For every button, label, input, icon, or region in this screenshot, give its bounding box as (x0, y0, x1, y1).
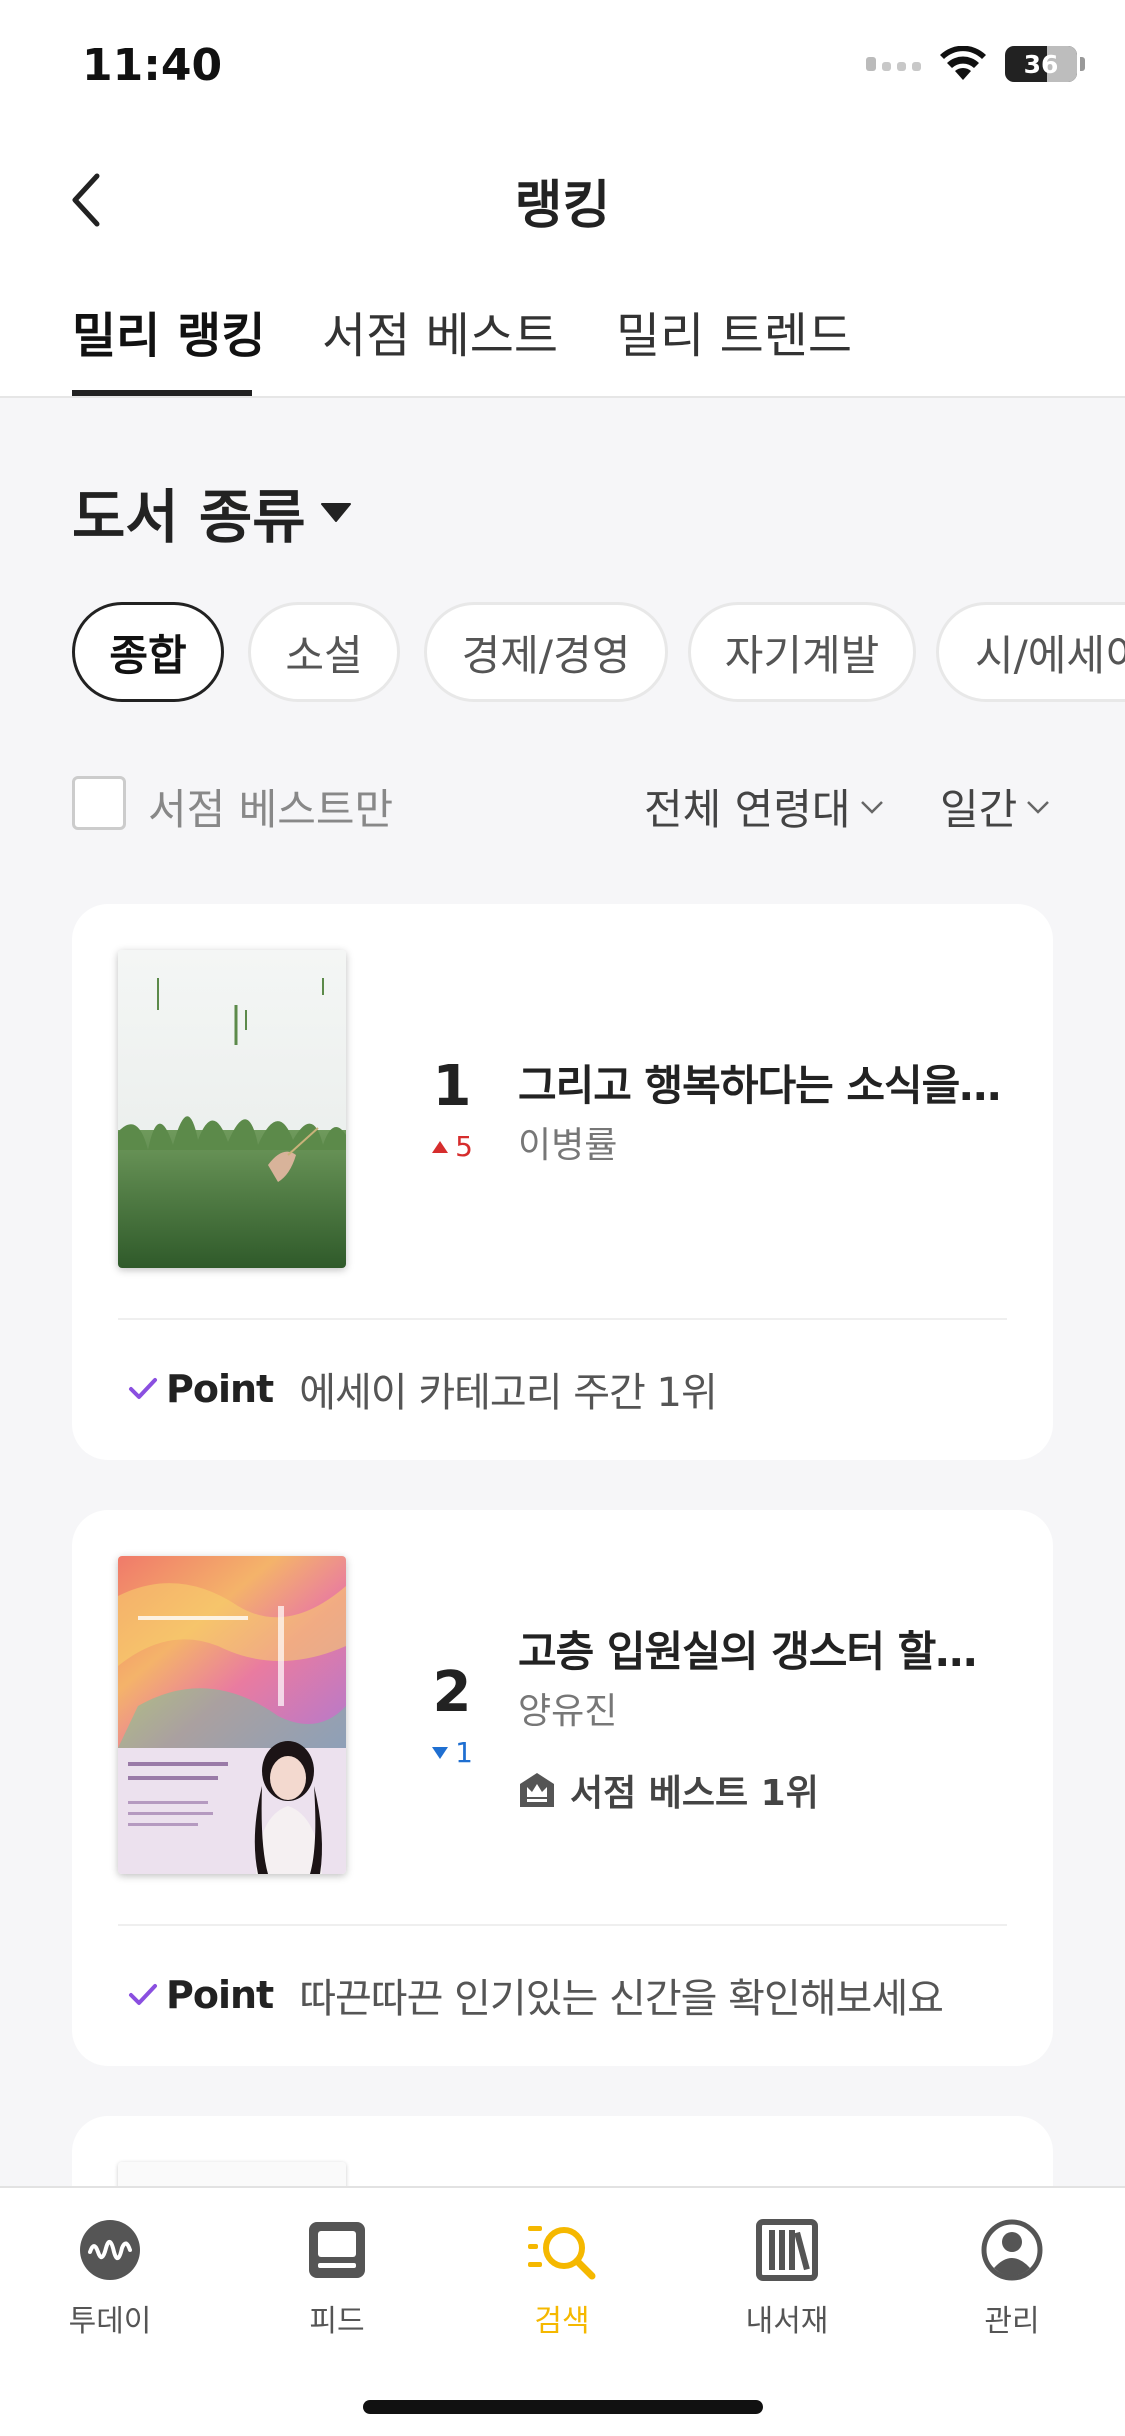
chip-economy[interactable]: 경제/경영 (424, 602, 668, 702)
rank-up-icon (432, 1140, 449, 1153)
chevron-down-icon (1027, 800, 1050, 814)
point-label: Point (166, 1973, 274, 2017)
point-label: Point (166, 1367, 274, 1411)
rank-change-value: 1 (455, 1736, 473, 1769)
chevron-down-icon (860, 800, 883, 814)
point-text: 에세이 카테고리 주간 1위 (299, 1370, 718, 1416)
rank-down-icon (432, 1746, 449, 1759)
library-icon (756, 2219, 818, 2281)
rank-change: 5 (412, 1130, 492, 1163)
genre-chips: 종합 소설 경제/경영 자기계발 시/에세이 (72, 602, 1125, 706)
card-divider (118, 1924, 1007, 1926)
feed-icon (309, 2222, 365, 2278)
book-title: 고층 입원실의 갱스터 할머니 (518, 1627, 1008, 1676)
rank-number: 1 (432, 1054, 472, 1119)
period-dropdown[interactable]: 일간 (940, 776, 1051, 837)
tabbar-label: 내서재 (745, 2304, 829, 2339)
search-icon (528, 2226, 596, 2280)
age-dropdown-label: 전체 연령대 (644, 785, 851, 834)
rank-number: 2 (432, 1660, 472, 1725)
chip-all[interactable]: 종합 (72, 602, 224, 702)
status-time: 11:40 (82, 40, 223, 91)
point-text: 따끈따끈 인기있는 신간을 확인해보세요 (299, 1976, 944, 2022)
bookstore-best-text: 서점 베스트 1위 (570, 1773, 819, 1814)
bookstore-best-badge: 서점 베스트 1위 (518, 1764, 819, 1816)
card-divider (118, 1318, 1007, 1320)
book-card[interactable]: 1 5 그리고 행복하다는 소식을 들었다 이병률 Point 에세이 카테고리… (72, 904, 1053, 1460)
category-label: 도서 종류 (72, 483, 306, 551)
cellular-signal-icon (866, 57, 921, 71)
bottom-tab-bar: 투데이 피드 검색 내서재 관리 (0, 2186, 1125, 2436)
tabbar-label: 검색 (534, 2304, 590, 2339)
page-title: 랭킹 (514, 176, 611, 236)
age-dropdown[interactable]: 전체 연령대 (644, 776, 885, 837)
rank-change-value: 5 (455, 1130, 473, 1163)
today-icon (80, 2220, 140, 2280)
book-author: 이병률 (518, 1125, 618, 1166)
check-icon (129, 1984, 157, 2005)
home-indicator (363, 2400, 763, 2414)
tab-bookstore-best[interactable]: 서점 베스트 (322, 296, 558, 366)
chip-self-development[interactable]: 자기계발 (688, 602, 916, 702)
wifi-icon (940, 46, 986, 80)
book-author: 양유진 (518, 1691, 618, 1732)
status-bar: 11:40 36 (0, 0, 1125, 135)
tab-milli-ranking[interactable]: 밀리 랭킹 (72, 296, 265, 366)
check-icon (129, 1378, 157, 1399)
book-title: 그리고 행복하다는 소식을 들었다 (518, 1061, 1008, 1110)
status-icons: 36 (866, 46, 1085, 82)
header: 랭킹 (0, 135, 1125, 260)
tabbar-label: 관리 (984, 2304, 1040, 2339)
battery-icon: 36 (1005, 46, 1085, 82)
ranking-tabs: 밀리 랭킹 서점 베스트 밀리 트렌드 (0, 260, 1125, 398)
tabbar-item-manage[interactable]: 관리 (942, 2218, 1082, 2340)
caret-down-icon (320, 503, 351, 522)
tabbar-item-search[interactable]: 검색 (492, 2218, 632, 2340)
bookstore-best-label[interactable]: 서점 베스트만 (148, 776, 393, 837)
profile-icon (981, 2219, 1043, 2281)
book-cover[interactable] (118, 950, 346, 1268)
active-tab-indicator (72, 390, 252, 396)
chip-poetry-essay[interactable]: 시/에세이 (936, 602, 1125, 702)
tabbar-item-today[interactable]: 투데이 (40, 2218, 180, 2340)
category-selector[interactable]: 도서 종류 (72, 470, 352, 554)
filter-row: 서점 베스트만 전체 연령대 일간 (72, 772, 1057, 836)
bookstore-best-checkbox[interactable] (72, 776, 126, 830)
tabbar-item-feed[interactable]: 피드 (267, 2218, 407, 2340)
tab-milli-trend[interactable]: 밀리 트렌드 (616, 296, 852, 366)
crown-badge-icon (520, 1773, 554, 1807)
rank-change: 1 (412, 1736, 492, 1769)
tabbar-item-library[interactable]: 내서재 (717, 2218, 857, 2340)
chip-novel[interactable]: 소설 (248, 602, 400, 702)
point-row: Point 따끈따끈 인기있는 신간을 확인해보세요 (128, 1966, 944, 2024)
book-card[interactable]: 2 1 고층 입원실의 갱스터 할머니 양유진 서점 베스트 1위 Point … (72, 1510, 1053, 2066)
tabbar-label: 투데이 (68, 2304, 152, 2339)
period-dropdown-label: 일간 (940, 785, 1018, 834)
point-row: Point 에세이 카테고리 주간 1위 (128, 1360, 718, 1418)
tabbar-label: 피드 (309, 2304, 365, 2339)
book-cover[interactable] (118, 1556, 346, 1874)
battery-level: 36 (1023, 49, 1059, 79)
